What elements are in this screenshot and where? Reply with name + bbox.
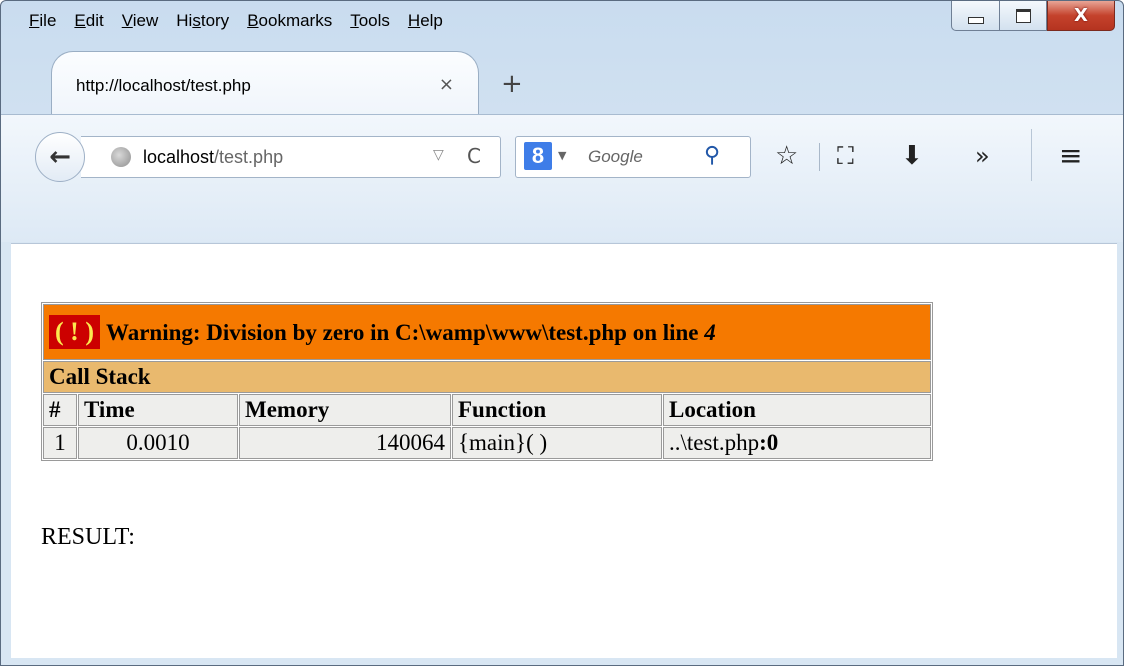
reload-icon[interactable]: C [467, 144, 481, 168]
warning-header: ( ! ) Warning: Division by zero in C:\wam… [43, 304, 931, 360]
tab-active[interactable]: http://localhost/test.php × [51, 51, 479, 115]
url-host: localhost [143, 147, 215, 167]
maximize-icon [1015, 8, 1031, 23]
xdebug-error-table: ( ! ) Warning: Division by zero in C:\wam… [41, 302, 933, 461]
url-text[interactable]: localhost/test.php [143, 147, 283, 168]
cell-time: 0.0010 [78, 427, 238, 459]
result-text: RESULT: [41, 524, 135, 550]
toolbar-separator [819, 143, 820, 171]
page-content: ( ! ) Warning: Division by zero in C:\wam… [11, 243, 1117, 658]
bookmarks-menu-icon[interactable]: ⛶ [837, 141, 854, 171]
toolbar-separator [1031, 129, 1032, 181]
cell-num: 1 [43, 427, 77, 459]
menu-edit[interactable]: Edit [74, 1, 103, 41]
menu-file[interactable]: File [29, 1, 56, 41]
download-icon[interactable]: ⬇ [901, 141, 923, 171]
google-engine-icon[interactable]: 8 [524, 142, 552, 170]
bookmark-star-icon[interactable]: ☆ [775, 141, 798, 171]
col-header-time: Time [78, 394, 238, 426]
menu-help[interactable]: Help [408, 1, 443, 41]
window-controls: X [951, 1, 1115, 31]
call-stack-row: Call Stack [43, 361, 931, 393]
col-header-location: Location [663, 394, 931, 426]
warning-message: Warning: Division by zero in C:\wamp\www… [105, 320, 705, 345]
search-bar[interactable]: 8 ▼ Google ⚲ [515, 136, 751, 178]
table-row: 1 0.0010 140064 {main}( ) ..\test.php:0 [43, 427, 931, 459]
navigation-toolbar: ← localhost/test.php ▽ C 8 ▼ Google ⚲ ☆ … [1, 114, 1123, 242]
col-header-function: Function [452, 394, 662, 426]
menu-tools[interactable]: Tools [350, 1, 390, 41]
url-path: /test.php [214, 147, 284, 167]
call-stack-label: Call Stack [43, 361, 931, 393]
history-dropdown-icon[interactable]: ▽ [433, 147, 444, 163]
engine-dropdown-icon[interactable]: ▼ [558, 149, 566, 162]
column-headers: # Time Memory Function Location [43, 394, 931, 426]
browser-window: File Edit View History Bookmarks Tools H… [0, 0, 1124, 666]
cell-location: ..\test.php:0 [663, 427, 931, 459]
close-icon: X [1074, 5, 1088, 26]
cell-memory: 140064 [239, 427, 451, 459]
location-file: ..\test.php [669, 430, 760, 455]
overflow-chevron-icon[interactable]: » [975, 141, 990, 171]
back-button[interactable]: ← [35, 132, 85, 182]
tab-close-icon[interactable]: × [439, 74, 454, 95]
maximize-button[interactable] [999, 1, 1047, 31]
tab-title: http://localhost/test.php [76, 76, 251, 95]
search-input[interactable]: Google [588, 147, 643, 167]
url-bar[interactable]: localhost/test.php ▽ C [81, 136, 501, 178]
warning-line-number: 4 [704, 320, 716, 345]
menu-bookmarks[interactable]: Bookmarks [247, 1, 332, 41]
site-identity-globe-icon[interactable] [111, 147, 131, 167]
menu-view[interactable]: View [122, 1, 159, 41]
search-icon[interactable]: ⚲ [704, 143, 720, 168]
hamburger-menu-icon[interactable]: ≡ [1059, 141, 1082, 171]
cell-function: {main}( ) [452, 427, 662, 459]
location-line: :0 [759, 430, 779, 455]
col-header-num: # [43, 394, 77, 426]
warning-row: ( ! ) Warning: Division by zero in C:\wam… [43, 304, 931, 360]
new-tab-icon[interactable]: + [501, 71, 523, 97]
back-arrow-icon: ← [49, 142, 71, 172]
warning-icon: ( ! ) [49, 315, 100, 349]
close-window-button[interactable]: X [1047, 1, 1115, 31]
menu-history[interactable]: History [176, 1, 229, 41]
col-header-memory: Memory [239, 394, 451, 426]
minimize-icon [967, 17, 984, 24]
minimize-button[interactable] [951, 1, 999, 31]
